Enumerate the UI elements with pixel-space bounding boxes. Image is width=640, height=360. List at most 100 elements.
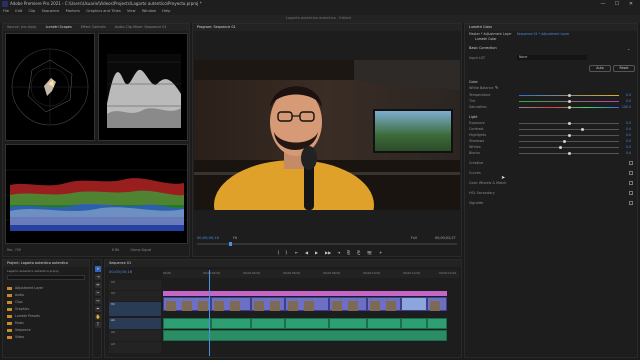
video-clip[interactable] — [285, 297, 329, 311]
program-playhead[interactable] — [229, 242, 232, 246]
track-select-tool-icon[interactable]: ⇥ — [95, 274, 101, 280]
audio-clip[interactable] — [211, 318, 251, 329]
hsl-secondary-section[interactable]: HSL Secondary — [469, 191, 495, 195]
menu-help[interactable]: Help — [162, 8, 170, 15]
tint-slider[interactable] — [519, 100, 619, 103]
highlights-slider[interactable] — [519, 134, 619, 137]
input-lut-dropdown[interactable]: None — [517, 55, 587, 60]
highlights-value[interactable]: 0.0 — [626, 133, 631, 137]
saturation-slider[interactable] — [519, 106, 619, 109]
whites-slider[interactable] — [519, 146, 619, 149]
close-button[interactable]: ✕ — [624, 0, 638, 8]
collapse-icon[interactable]: ⌄ — [627, 46, 630, 51]
minimize-button[interactable]: — — [596, 0, 610, 8]
whites-knob[interactable] — [559, 146, 562, 149]
step-forward-button[interactable]: ▶▶ — [325, 250, 331, 255]
saturation-value[interactable]: 100.0 — [622, 105, 631, 109]
ripple-tool-icon[interactable]: ⇹ — [95, 282, 101, 288]
audio-clip[interactable] — [401, 318, 427, 329]
fit-dropdown[interactable]: Fit — [233, 236, 237, 240]
hand-tool-icon[interactable]: ✋ — [95, 314, 101, 320]
video-clip[interactable] — [367, 297, 401, 311]
color-space-label[interactable]: Rec. 709 — [7, 248, 21, 252]
creative-section[interactable]: Creative — [469, 161, 483, 165]
bit-depth-label[interactable]: 8 Bit — [112, 248, 119, 252]
tab-project[interactable]: Project: Lagarto autentico autentico — [7, 261, 68, 265]
quality-dropdown[interactable]: Full — [411, 236, 417, 240]
project-item[interactable]: Sequence — [7, 328, 31, 332]
auto-button[interactable]: Auto — [589, 65, 611, 72]
tab-source[interactable]: Source: (no clips) — [7, 25, 36, 29]
maximize-button[interactable]: ☐ — [610, 0, 624, 8]
light-section-header[interactable]: Light — [469, 115, 477, 119]
video-clip[interactable] — [163, 297, 211, 311]
extract-button[interactable]: ⎗ — [357, 250, 360, 255]
video-clip[interactable] — [427, 297, 447, 311]
temperature-knob[interactable] — [568, 94, 571, 97]
exposure-value[interactable]: 0.0 — [626, 121, 631, 125]
add-button[interactable]: + — [379, 250, 382, 255]
tint-knob[interactable] — [568, 100, 571, 103]
project-item[interactable]: Audio — [7, 293, 24, 297]
color-wheels-toggle-icon[interactable] — [629, 181, 633, 185]
audio-clip[interactable] — [163, 330, 447, 341]
temperature-slider[interactable] — [519, 94, 619, 97]
program-timecode[interactable]: 00;00;00;16 — [197, 236, 219, 240]
timeline-playhead[interactable] — [209, 270, 210, 356]
track-header-v1[interactable]: V1 — [109, 302, 161, 316]
pen-tool-icon[interactable]: ✒ — [95, 306, 101, 312]
saturation-knob[interactable] — [568, 106, 571, 109]
tint-value[interactable]: 0.0 — [626, 99, 631, 103]
go-to-out-button[interactable]: ⇥ — [337, 250, 340, 255]
project-item[interactable]: Clips — [7, 300, 23, 304]
program-scrub-bar[interactable] — [197, 242, 457, 246]
text-tool-icon[interactable]: T — [95, 322, 101, 328]
tab-lumetri-color[interactable]: Lumetri Color — [469, 25, 492, 29]
project-item[interactable]: Music — [7, 321, 24, 325]
video-clip[interactable] — [329, 297, 367, 311]
audio-clip[interactable] — [367, 318, 401, 329]
creative-toggle-icon[interactable] — [629, 161, 633, 165]
project-item[interactable]: Lumetri Presets — [7, 314, 40, 318]
clamp-signal-label[interactable]: Clamp Signal — [130, 248, 151, 252]
mark-out-button[interactable]: } — [285, 250, 288, 255]
slip-tool-icon[interactable]: ↔ — [95, 298, 101, 304]
menu-markers[interactable]: Markers — [66, 8, 80, 15]
menu-view[interactable]: View — [127, 8, 136, 15]
menu-window[interactable]: Window — [142, 8, 156, 15]
audio-clip[interactable] — [285, 318, 329, 329]
audio-clip[interactable] — [427, 318, 447, 329]
audio-clip[interactable] — [251, 318, 285, 329]
whites-value[interactable]: 0.0 — [626, 145, 631, 149]
video-clip-selected[interactable] — [401, 297, 427, 311]
menu-file[interactable]: File — [3, 8, 9, 15]
blacks-slider[interactable] — [519, 152, 619, 155]
video-clip[interactable] — [251, 297, 285, 311]
blacks-knob[interactable] — [568, 152, 571, 155]
shadows-value[interactable]: 0.0 — [626, 139, 631, 143]
tab-lumetri-scopes[interactable]: Lumetri Scopes — [46, 25, 72, 29]
selection-tool-icon[interactable]: ➤ — [95, 266, 101, 272]
color-section-header[interactable]: Color — [469, 80, 478, 84]
track-header-a1[interactable]: A1 — [109, 318, 161, 329]
exposure-knob[interactable] — [568, 122, 571, 125]
tab-audio-mixer[interactable]: Audio Clip Mixer: Sequence 01 — [115, 25, 167, 29]
project-item[interactable]: Graphics — [7, 307, 29, 311]
vignette-toggle-icon[interactable] — [629, 201, 633, 205]
razor-tool-icon[interactable]: ✂ — [95, 290, 101, 296]
video-clip[interactable] — [211, 297, 251, 311]
basic-correction-header[interactable]: Basic Correction — [469, 46, 497, 50]
track-header-v2[interactable]: V2 — [109, 291, 161, 301]
highlights-knob[interactable] — [568, 134, 571, 137]
blacks-value[interactable]: 0.0 — [626, 151, 631, 155]
export-frame-button[interactable]: 📷 — [367, 250, 372, 255]
contrast-slider[interactable] — [519, 128, 619, 131]
project-search-input[interactable] — [7, 275, 85, 280]
workspace-label[interactable]: Lagarto autentico autentico · Edited — [286, 16, 351, 20]
reset-button[interactable]: Reset — [613, 65, 635, 72]
adjustment-layer-clip[interactable] — [163, 291, 447, 296]
play-button[interactable]: ▶ — [315, 250, 318, 255]
menu-sequence[interactable]: Sequence — [42, 8, 60, 15]
eyedropper-icon[interactable]: ✎ — [495, 85, 498, 90]
temperature-value[interactable]: 0.0 — [626, 93, 631, 97]
